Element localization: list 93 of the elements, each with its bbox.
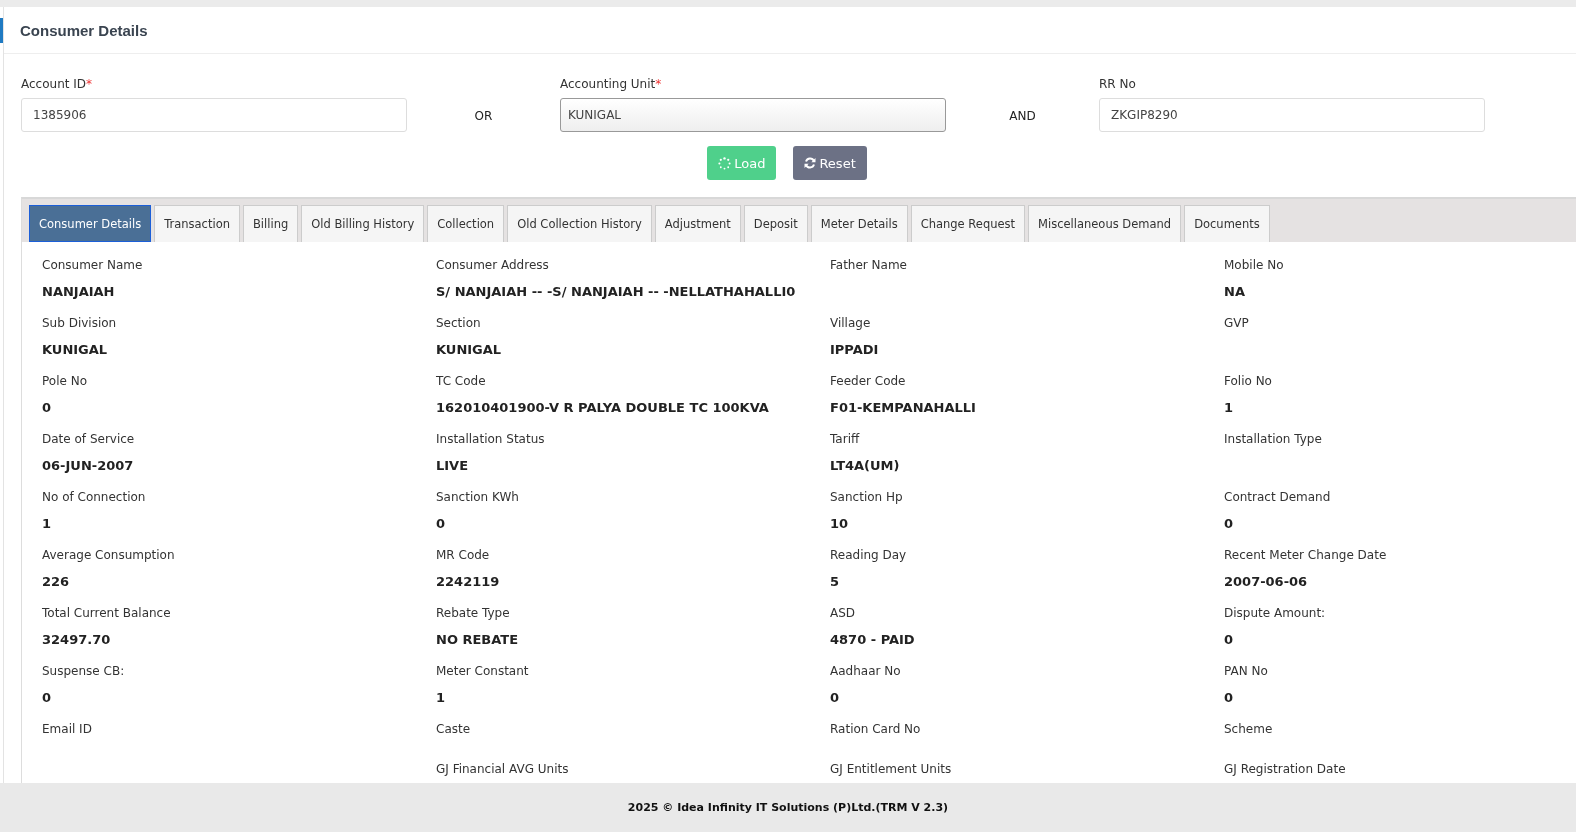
detail-label: GJ Entitlement Units xyxy=(830,762,953,778)
detail-value: IPPADI xyxy=(830,341,880,359)
detail-label: TC Code xyxy=(436,374,487,390)
tab[interactable]: Billing xyxy=(242,205,299,242)
detail-label: Father Name xyxy=(830,258,908,274)
detail-label: Installation Type xyxy=(1224,432,1323,448)
detail-label: Consumer Name xyxy=(42,258,144,274)
tab[interactable]: Consumer Details xyxy=(29,205,152,242)
detail-label: PAN No xyxy=(1224,664,1269,680)
detail-label: Feeder Code xyxy=(830,374,907,390)
detail-value: LT4A(UM) xyxy=(830,457,901,475)
detail-label: Folio No xyxy=(1224,374,1273,390)
detail-label: Sanction Hp xyxy=(830,490,904,506)
detail-label: Pole No xyxy=(42,374,88,390)
detail-label: Sub Division xyxy=(42,316,118,332)
detail-value: KUNIGAL xyxy=(436,341,503,359)
detail-value: 0 xyxy=(1224,515,1235,533)
tab[interactable]: Transaction xyxy=(154,205,240,242)
tab[interactable]: Collection xyxy=(427,205,505,242)
detail-value: 0 xyxy=(436,515,447,533)
spinner-icon xyxy=(718,156,732,170)
detail-label: Average Consumption xyxy=(42,548,176,564)
detail-label: Recent Meter Change Date xyxy=(1224,548,1388,564)
detail-value: 1 xyxy=(42,515,53,533)
detail-value: S/ NANJAIAH -- -S/ NANJAIAH -- -NELLATHAHALLI0 xyxy=(436,283,797,301)
detail-label: Installation Status xyxy=(436,432,546,448)
detail-value: 0 xyxy=(42,689,53,707)
detail-label: GJ Registration Date xyxy=(1224,762,1347,778)
detail-value: 226 xyxy=(42,573,71,591)
tab[interactable]: Documents xyxy=(1184,205,1270,242)
footer-text: 2025 © Idea Infinity IT Solutions (P)Ltd.(TRM V 2.3) xyxy=(627,801,949,814)
detail-label: Total Current Balance xyxy=(42,606,172,622)
detail-value: 0 xyxy=(42,399,53,417)
detail-label: Reading Day xyxy=(830,548,908,564)
detail-label: Contract Demand xyxy=(1224,490,1332,506)
tab[interactable]: Change Request xyxy=(910,205,1026,242)
detail-label: Date of Service xyxy=(42,432,136,448)
detail-value: 32497.70 xyxy=(42,631,112,649)
detail-value: 1 xyxy=(1224,399,1235,417)
tab[interactable]: Old Billing History xyxy=(301,205,425,242)
tab[interactable]: Old Collection History xyxy=(507,205,652,242)
detail-value: NO REBATE xyxy=(436,631,520,649)
detail-value: NANJAIAH xyxy=(42,283,116,301)
tab[interactable]: Meter Details xyxy=(810,205,908,242)
detail-label: No of Connection xyxy=(42,490,147,506)
field-label: RR No xyxy=(1099,77,1137,91)
tab[interactable]: Miscellaneous Demand xyxy=(1028,205,1182,242)
detail-label: Caste xyxy=(436,722,472,738)
detail-value: 06-JUN-2007 xyxy=(42,457,135,475)
detail-label: Aadhaar No xyxy=(830,664,902,680)
detail-label: GJ Financial AVG Units xyxy=(436,762,570,778)
detail-label: Dispute Amount: xyxy=(1224,606,1327,622)
tab[interactable]: Adjustment xyxy=(654,205,741,242)
detail-value: 0 xyxy=(1224,689,1235,707)
detail-value: 0 xyxy=(830,689,841,707)
detail-label: Scheme xyxy=(1224,722,1274,738)
detail-label: Section xyxy=(436,316,482,332)
detail-label: Consumer Address xyxy=(436,258,550,274)
detail-value: KUNIGAL xyxy=(42,341,109,359)
detail-value: 4870 - PAID xyxy=(830,631,916,649)
detail-label: ASD xyxy=(830,606,857,622)
detail-label: Meter Constant xyxy=(436,664,530,680)
detail-value: 2007-06-06 xyxy=(1224,573,1309,591)
tab[interactable]: Deposit xyxy=(743,205,808,242)
input-field[interactable]: ZKGIP8290 xyxy=(1099,98,1485,132)
detail-label: Mobile No xyxy=(1224,258,1285,274)
detail-value: 2242119 xyxy=(436,573,501,591)
detail-label: Ration Card No xyxy=(830,722,922,738)
detail-value: 0 xyxy=(1224,631,1235,649)
reset-button[interactable]: Reset xyxy=(793,146,867,180)
detail-label: Village xyxy=(830,316,872,332)
connector-text: OR xyxy=(473,108,494,125)
detail-label: Rebate Type xyxy=(436,606,511,622)
detail-label: Email ID xyxy=(42,722,93,738)
select-field[interactable]: KUNIGAL xyxy=(560,98,946,132)
connector-text: AND xyxy=(1008,108,1037,125)
detail-label: Sanction KWh xyxy=(436,490,520,506)
detail-value: 162010401900-V R PALYA DOUBLE TC 100KVA xyxy=(436,399,770,417)
input-field[interactable]: 1385906 xyxy=(21,98,407,132)
detail-value: 5 xyxy=(830,573,841,591)
detail-value: NA xyxy=(1224,283,1246,301)
detail-value: LIVE xyxy=(436,457,470,475)
field-label: Account ID* xyxy=(21,77,94,91)
detail-label: Suspense CB: xyxy=(42,664,126,680)
detail-value: F01-KEMPANAHALLI xyxy=(830,399,977,417)
refresh-icon xyxy=(804,157,817,169)
detail-label: Tariff xyxy=(830,432,861,448)
detail-label: GVP xyxy=(1224,316,1250,332)
detail-value: 10 xyxy=(830,515,850,533)
field-label: Accounting Unit* xyxy=(560,77,663,91)
detail-value: 1 xyxy=(436,689,447,707)
detail-label: MR Code xyxy=(436,548,491,564)
page-title: Consumer Details xyxy=(0,17,148,43)
